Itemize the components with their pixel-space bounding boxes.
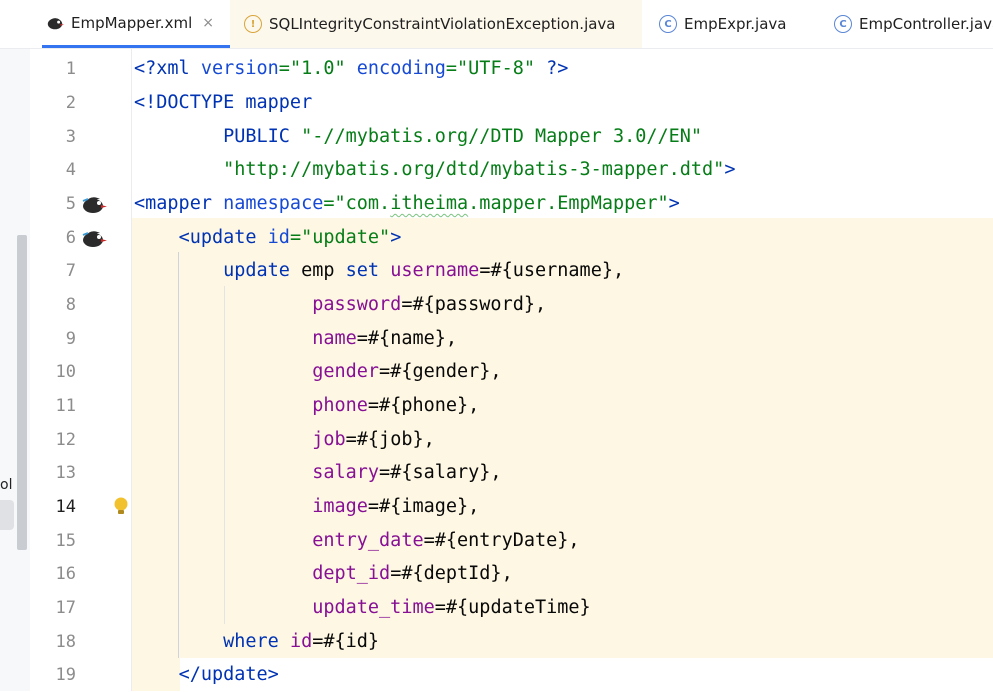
- code-line: job=#{job},: [312, 429, 435, 450]
- line-number: 13: [55, 463, 76, 483]
- code-line: dept_id=#{deptId},: [312, 563, 513, 584]
- code-line: <?xml version="1.0" encoding="UTF-8" ?>: [134, 58, 569, 79]
- code-line: where id=#{id}: [223, 631, 380, 652]
- mybatis-navigate-icon[interactable]: [81, 225, 107, 251]
- line-number: 4: [65, 160, 76, 180]
- intention-bulb-icon[interactable]: [112, 496, 130, 518]
- line-number: 9: [65, 329, 76, 349]
- line-number: 19: [55, 665, 76, 685]
- project-selected-item[interactable]: [0, 500, 14, 530]
- code-line: </update>: [178, 664, 279, 685]
- line-number: 15: [55, 531, 76, 551]
- tab-label: EmpMapper.xml: [71, 13, 193, 32]
- code-line: salary=#{salary},: [312, 462, 502, 483]
- code-line: gender=#{gender},: [312, 361, 502, 382]
- mybatis-bird-icon: [47, 17, 64, 29]
- line-number: 6: [65, 228, 76, 248]
- code-line: password=#{password},: [312, 294, 547, 315]
- line-number: 18: [55, 632, 76, 652]
- tab-empmapper-xml[interactable]: EmpMapper.xml ×: [42, 0, 230, 48]
- class-icon: C: [659, 15, 677, 33]
- code-line: <!DOCTYPE mapper: [134, 92, 313, 113]
- class-icon: C: [834, 15, 852, 33]
- code-line: <update id="update">: [178, 227, 402, 248]
- line-number-current: 14: [55, 497, 76, 517]
- tab-label: EmpController.java: [859, 15, 993, 33]
- line-number-gutter: 1 2 3 4 5 6 7 8 9 10 11 12 13 14 15 16 1…: [30, 49, 132, 691]
- tab-empexpr-java[interactable]: C EmpExpr.java: [655, 0, 817, 48]
- code-editor[interactable]: <?xml version="1.0" encoding="UTF-8" ?> …: [132, 49, 993, 691]
- project-panel-scrollbar[interactable]: [17, 235, 27, 550]
- exception-class-icon: !: [244, 15, 262, 33]
- code-line: update_time=#{updateTime}: [312, 597, 591, 618]
- close-tab-icon[interactable]: ×: [202, 15, 214, 31]
- project-item-fragment[interactable]: ol: [0, 477, 12, 493]
- line-number: 1: [65, 59, 76, 79]
- code-line: name=#{name},: [312, 328, 458, 349]
- tab-label: EmpExpr.java: [684, 15, 787, 33]
- tab-empcontroller-java[interactable]: C EmpController.java: [830, 0, 993, 48]
- line-number: 2: [65, 93, 76, 113]
- line-number: 3: [65, 127, 76, 147]
- editor-tab-bar: EmpMapper.xml × ! SQLIntegrityConstraint…: [30, 0, 993, 49]
- code-line-current: image=#{image},: [312, 496, 480, 517]
- line-number: 8: [65, 295, 76, 315]
- code-line: phone=#{phone},: [312, 395, 480, 416]
- code-line: <mapper namespace="com.itheima.mapper.Em…: [134, 193, 680, 214]
- project-panel-header: [0, 0, 30, 49]
- code-line: entry_date=#{entryDate},: [312, 530, 580, 551]
- code-line: PUBLIC "-//mybatis.org//DTD Mapper 3.0//…: [223, 126, 703, 147]
- code-line: update emp set username=#{username},: [223, 260, 625, 281]
- line-number: 10: [55, 362, 76, 382]
- tab-label: SQLIntegrityConstraintViolationException…: [269, 15, 616, 33]
- line-number: 12: [55, 430, 76, 450]
- tab-sqlintegrity-exception[interactable]: ! SQLIntegrityConstraintViolationExcepti…: [230, 0, 642, 48]
- line-number: 17: [55, 598, 76, 618]
- line-number: 16: [55, 564, 76, 584]
- code-line: "http://mybatis.org/dtd/mybatis-3-mapper…: [223, 159, 736, 180]
- project-panel-edge: ol: [0, 0, 31, 691]
- line-number: 5: [65, 194, 76, 214]
- line-number: 7: [65, 261, 76, 281]
- mybatis-navigate-icon[interactable]: [81, 191, 107, 217]
- line-number: 11: [55, 396, 76, 416]
